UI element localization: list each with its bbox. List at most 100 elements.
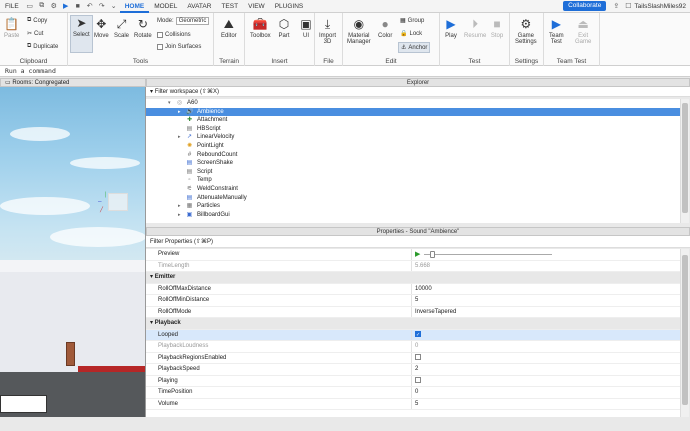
property-row-looped[interactable]: Looped — [146, 329, 680, 341]
group-button[interactable]: ▦ Group — [400, 17, 424, 25]
property-row-preview[interactable]: Preview ▶ — [146, 249, 680, 261]
properties-scrollbar[interactable] — [680, 249, 689, 417]
property-row-timelength[interactable]: TimeLength 5.668 — [146, 260, 680, 272]
tab-avatar[interactable]: AVATAR — [182, 0, 216, 13]
properties-filter-input[interactable]: Filter Properties (⇧⌘P) — [150, 239, 213, 245]
expand-icon[interactable]: ▸ — [178, 108, 181, 117]
property-row-playbackloudness[interactable]: PlaybackLoudness 0 — [146, 341, 680, 353]
tree-item-temp[interactable]: ▫ Temp — [146, 176, 680, 185]
tree-item-screenshake[interactable]: ▤ ScreenShake — [146, 159, 680, 168]
explorer-filter[interactable]: ▾ Filter workspace (⇧⌘X) — [146, 87, 690, 97]
property-row-rolloffmindistance[interactable]: RollOffMinDistance 5 — [146, 295, 680, 307]
lock-button[interactable]: 🔒 Lock — [400, 30, 422, 38]
scrollbar-thumb[interactable] — [682, 103, 688, 213]
collisions-checkbox[interactable] — [157, 32, 163, 38]
property-row-playing[interactable]: Playing — [146, 375, 680, 387]
part-button[interactable]: ⬡ Part — [277, 17, 291, 39]
play-button[interactable]: ▶ Play — [444, 17, 458, 39]
properties-filter[interactable]: Filter Properties (⇧⌘P) — [146, 236, 690, 248]
category-playback[interactable]: ▾ Playback — [146, 318, 680, 330]
stop-button[interactable]: ■ Stop — [490, 17, 504, 39]
command-bar[interactable]: Run a command — [0, 66, 690, 77]
expand-icon[interactable]: ▸ — [178, 211, 181, 220]
viewport-tab[interactable]: ▭ Rooms: Congregated — [0, 78, 146, 87]
username[interactable]: TailsSlashMiles92 — [634, 3, 686, 10]
preview-slider-track[interactable] — [424, 254, 552, 255]
tab-home[interactable]: HOME — [119, 0, 150, 13]
stop-icon[interactable]: ■ — [73, 2, 83, 11]
redo-icon[interactable]: ↷ — [97, 2, 107, 11]
color-button[interactable]: ● Color — [378, 17, 392, 39]
paste-button[interactable]: 📋 Paste — [4, 17, 19, 39]
tree-item-weldconstraint[interactable]: ⚟ WeldConstraint — [146, 185, 680, 194]
property-row-volume[interactable]: Volume 5 — [146, 398, 680, 410]
category-emitter[interactable]: ▾ Emitter — [146, 272, 680, 284]
tree-item-script[interactable]: ▤ Script — [146, 168, 680, 177]
import-3d-button[interactable]: ⤓ Import 3D — [319, 17, 336, 46]
door[interactable] — [66, 342, 75, 366]
join-surfaces-checkbox[interactable] — [157, 44, 163, 50]
property-row-rolloffmaxdistance[interactable]: RollOffMaxDistance 10000 — [146, 283, 680, 296]
explorer-scrollbar[interactable] — [680, 99, 689, 223]
publish-icon[interactable]: ⧉ — [37, 2, 47, 11]
play-preview-icon[interactable]: ▶ — [415, 249, 420, 261]
category-label[interactable]: ▾ Playback — [150, 318, 181, 330]
tab-test[interactable]: TEST — [216, 0, 243, 13]
expand-icon[interactable]: ▸ — [178, 202, 181, 211]
play-icon[interactable]: ▶ — [61, 2, 71, 11]
move-button[interactable]: ✥ Move — [94, 17, 109, 39]
mode-dropdown[interactable]: Geometric — [175, 17, 210, 25]
3d-viewport[interactable]: ╱ │ ─ — [0, 87, 146, 417]
playing-checkbox[interactable] — [415, 376, 421, 383]
collisions-toggle[interactable]: Collisions — [157, 32, 191, 38]
rotate-button[interactable]: ↻ Rotate — [134, 17, 152, 39]
tree-item-ambience[interactable]: ▸ 🔊 Ambience — [146, 107, 680, 117]
view-cube[interactable] — [108, 193, 128, 211]
exit-game-button[interactable]: ⏏ Exit Game — [575, 17, 591, 45]
notifications-icon[interactable]: ☐ — [623, 2, 633, 11]
property-value[interactable]: InverseTapered — [415, 307, 456, 319]
duplicate-button[interactable]: ⧉ Duplicate — [27, 43, 58, 50]
tree-item-hbscript[interactable]: ▤ HBScript — [146, 125, 680, 134]
resume-button[interactable]: ⏵ Resume — [464, 17, 486, 40]
toolbox-button[interactable]: 🧰 Toolbox — [250, 17, 271, 39]
tree-item-reboundcount[interactable]: # ReboundCount — [146, 151, 680, 160]
share-icon[interactable]: ⇪ — [611, 2, 621, 11]
collapse-icon[interactable]: ▾ — [168, 99, 171, 108]
explorer-filter-input[interactable]: Filter workspace (⇧⌘X) — [155, 89, 219, 95]
anchor-button[interactable]: ⚓ Anchor — [398, 42, 431, 53]
tree-item-a60[interactable]: ▾ ◎ A60 — [146, 99, 680, 108]
property-row-playbackspeed[interactable]: PlaybackSpeed 2 — [146, 364, 680, 376]
preview-slider-knob[interactable] — [430, 251, 435, 258]
game-settings-button[interactable]: ⚙ Game Settings — [515, 17, 537, 45]
expand-icon[interactable]: ▸ — [178, 133, 181, 142]
tree-item-linearvelocity[interactable]: ▸ ↗ LinearVelocity — [146, 133, 680, 142]
tree-item-particles[interactable]: ▸ ▦ Particles — [146, 202, 680, 211]
select-button[interactable]: ➤ Select — [70, 15, 93, 53]
tab-plugins[interactable]: PLUGINS — [270, 0, 309, 13]
category-label[interactable]: ▾ Emitter — [150, 272, 175, 284]
property-row-playbackregionsenabled[interactable]: PlaybackRegionsEnabled — [146, 352, 680, 364]
property-value[interactable]: 2 — [415, 364, 418, 376]
tree-item-attachment[interactable]: ✚ Attachment — [146, 116, 680, 125]
file-menu[interactable]: FILE — [0, 0, 24, 13]
settings-icon[interactable]: ⚙ — [49, 2, 59, 11]
tab-model[interactable]: MODEL — [149, 0, 182, 13]
ui-button[interactable]: ▣ UI — [299, 17, 313, 39]
tab-view[interactable]: VIEW — [243, 0, 270, 13]
playback-regions-checkbox[interactable] — [415, 353, 421, 360]
material-manager-button[interactable]: ◉ Material Manager — [347, 17, 371, 45]
mode-selector[interactable]: Mode: Geometric — [157, 17, 210, 25]
property-value[interactable]: 5 — [415, 295, 418, 307]
undo-icon[interactable]: ↶ — [85, 2, 95, 11]
expand-icon[interactable]: ⌄ — [109, 2, 119, 11]
tree-item-attenuatemanually[interactable]: ▤ AttenuateManually — [146, 194, 680, 203]
property-row-timeposition[interactable]: TimePosition 0 — [146, 387, 680, 399]
terrain-editor-button[interactable]: ⛰ Editor — [221, 17, 237, 40]
property-value[interactable]: 10000 — [415, 284, 432, 296]
cut-button[interactable]: ✂ Cut — [27, 30, 43, 38]
property-row-rolloffmode[interactable]: RollOffMode InverseTapered — [146, 306, 680, 319]
looped-checkbox[interactable] — [415, 330, 421, 341]
scale-button[interactable]: ⤢ Scale — [114, 17, 129, 40]
property-value[interactable]: 0 — [415, 387, 418, 399]
